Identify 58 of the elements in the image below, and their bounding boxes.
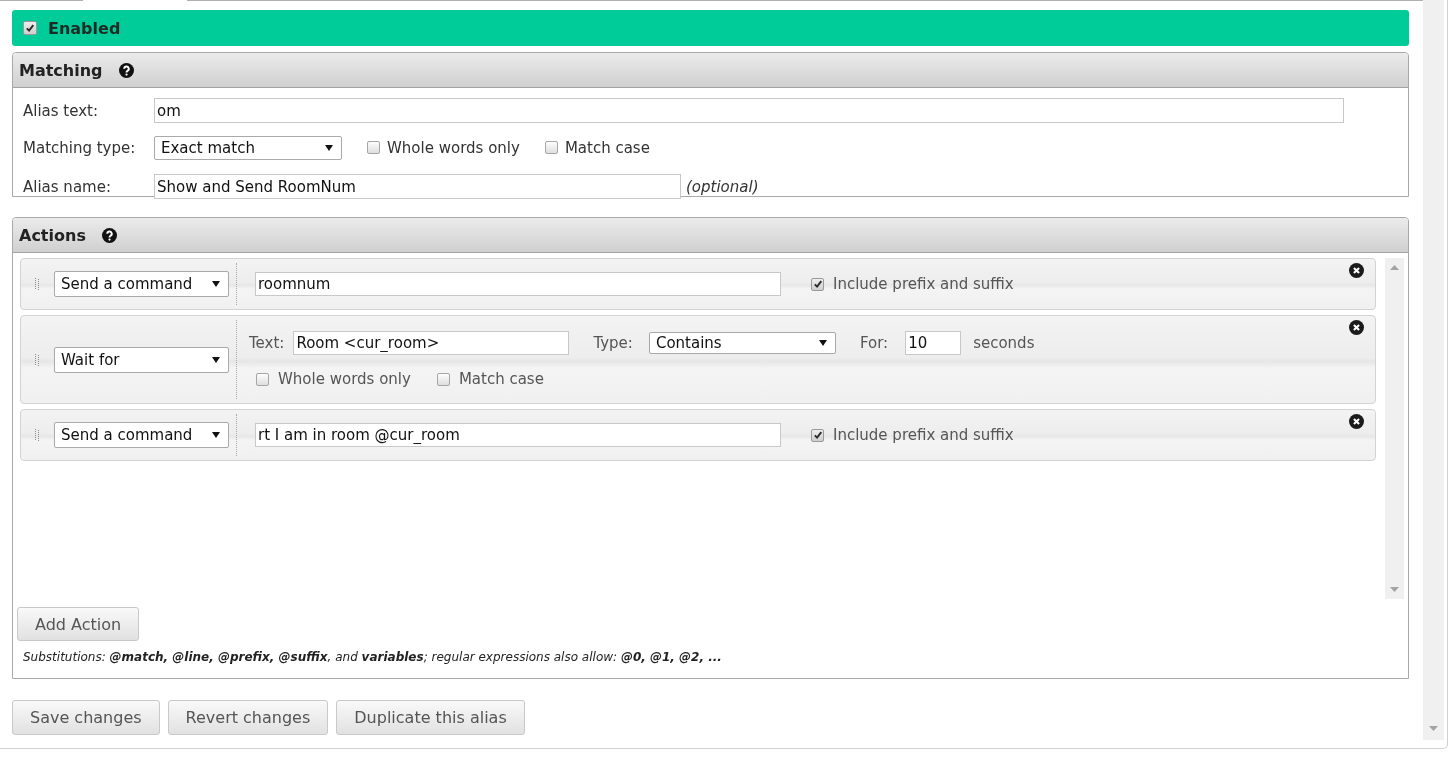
scroll-up-arrow-icon[interactable] bbox=[1390, 265, 1399, 270]
panel-title: Actions bbox=[19, 225, 86, 245]
duplicate-button[interactable]: Duplicate this alias bbox=[336, 700, 525, 735]
panel-title: Matching bbox=[19, 60, 103, 80]
field-label: Alias text: bbox=[23, 101, 100, 120]
save-button[interactable]: Save changes bbox=[12, 700, 160, 735]
caret-icon bbox=[325, 144, 333, 151]
help-icon[interactable] bbox=[101, 227, 117, 243]
caret-icon bbox=[212, 281, 220, 287]
revert-button[interactable]: Revert changes bbox=[167, 700, 329, 735]
caret-icon bbox=[818, 340, 827, 346]
checkbox-label: Match case bbox=[564, 138, 650, 157]
checkbox-label: Whole words only bbox=[387, 138, 520, 157]
scroll-down-arrow-icon[interactable] bbox=[1429, 726, 1438, 731]
input-field[interactable]: 10 bbox=[905, 331, 962, 355]
checkbox-label: Whole words only bbox=[278, 370, 411, 388]
optional-hint: (optional) bbox=[686, 177, 759, 196]
drag-handle-icon[interactable] bbox=[35, 278, 40, 290]
caret-icon bbox=[212, 432, 220, 438]
checkbox-label: Match case bbox=[458, 370, 544, 388]
checkbox[interactable] bbox=[436, 372, 450, 386]
substitutions-note: Substitutions: @match, @line, @prefix, @suffix, and variables; regular expressions also allow: @0, @1, @2, ... bbox=[22, 650, 722, 664]
checkbox[interactable] bbox=[811, 277, 824, 291]
field-label: Text: bbox=[249, 334, 285, 352]
drag-handle-icon[interactable] bbox=[35, 429, 40, 441]
checkbox-label: Include prefix and suffix bbox=[833, 426, 1014, 444]
checkbox[interactable] bbox=[544, 141, 558, 154]
help-icon[interactable] bbox=[118, 62, 134, 78]
scroll-down-arrow-icon[interactable] bbox=[1390, 587, 1399, 592]
close-icon[interactable] bbox=[1349, 263, 1364, 278]
dropdown[interactable]: Send a command bbox=[54, 422, 229, 448]
input-field[interactable]: Room <cur_room> bbox=[293, 331, 570, 355]
field-label: Type: bbox=[593, 334, 633, 352]
checkbox[interactable] bbox=[256, 372, 269, 386]
dropdown[interactable]: Send a command bbox=[54, 271, 229, 297]
checkbox[interactable] bbox=[811, 428, 824, 442]
input-field[interactable]: Show and Send RoomNum bbox=[154, 174, 681, 199]
scrollbar[interactable] bbox=[1423, 0, 1444, 740]
caret-icon bbox=[212, 356, 220, 363]
input-field[interactable]: roomnum bbox=[255, 272, 781, 296]
dropdown[interactable]: Exact match bbox=[154, 135, 342, 160]
enabled-label: Enabled bbox=[48, 18, 121, 38]
field-label: For: bbox=[859, 334, 889, 352]
checkbox[interactable] bbox=[23, 21, 37, 35]
checkbox[interactable] bbox=[367, 141, 380, 154]
input-field[interactable]: om bbox=[154, 98, 1344, 123]
add-action-button[interactable]: Add Action bbox=[17, 607, 140, 641]
close-icon[interactable] bbox=[1349, 320, 1364, 335]
close-icon[interactable] bbox=[1349, 414, 1364, 429]
dropdown[interactable]: Contains bbox=[648, 332, 836, 354]
dropdown[interactable]: Wait for bbox=[54, 346, 229, 373]
checkbox-label: Include prefix and suffix bbox=[833, 275, 1014, 293]
unit-label: seconds bbox=[973, 334, 1035, 352]
field-label: Matching type: bbox=[23, 138, 137, 157]
input-field[interactable]: rt I am in room @cur_room bbox=[255, 423, 781, 447]
scrollbar[interactable] bbox=[1385, 258, 1404, 599]
drag-handle-icon[interactable] bbox=[35, 353, 40, 366]
field-label: Alias name: bbox=[23, 177, 112, 196]
